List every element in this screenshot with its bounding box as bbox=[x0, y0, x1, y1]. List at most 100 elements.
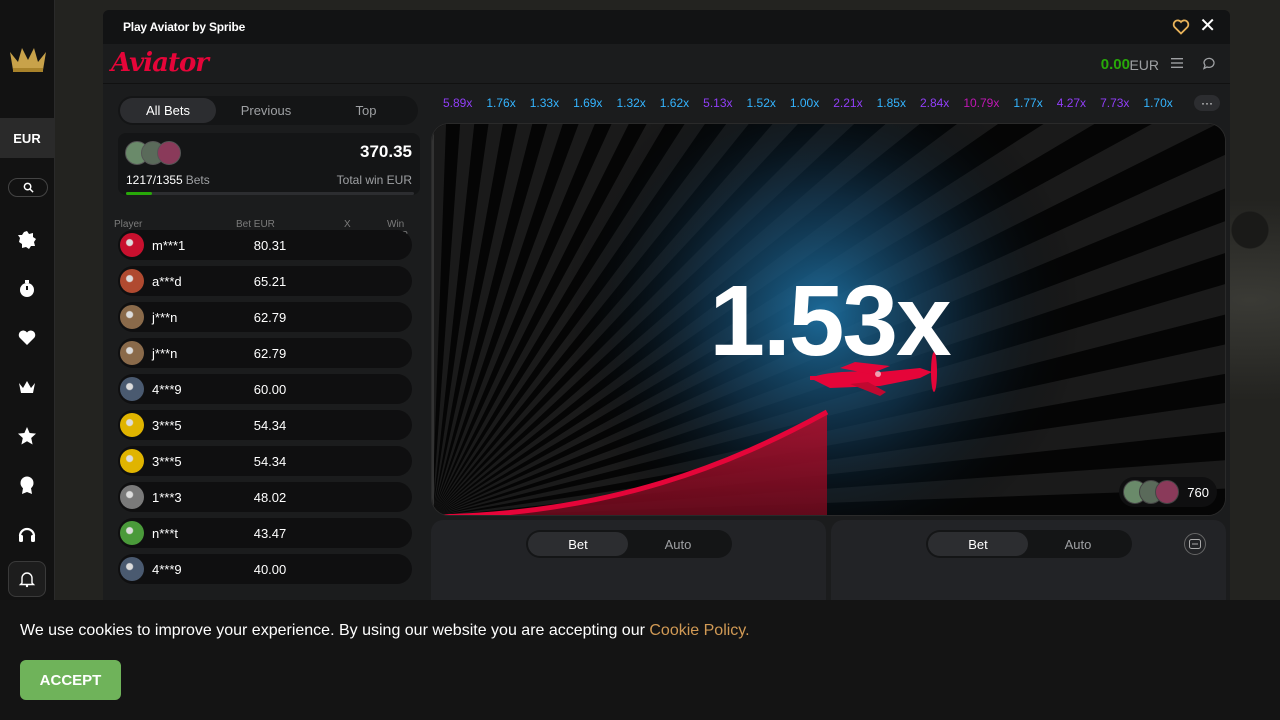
table-row: 3***5 54.34 bbox=[118, 410, 412, 440]
history-multiplier: 2.84x bbox=[919, 96, 950, 110]
table-row: n***t 43.47 bbox=[118, 518, 412, 548]
history-multiplier: 1.76x bbox=[486, 96, 516, 110]
tab-auto[interactable]: Auto bbox=[628, 532, 728, 556]
star-icon[interactable] bbox=[16, 425, 38, 447]
cookie-banner: We use cookies to improve your experienc… bbox=[0, 600, 1280, 720]
game-header: Aviator 0.00 EUR bbox=[103, 44, 1230, 84]
avatar bbox=[120, 341, 144, 365]
tab-all-bets[interactable]: All Bets bbox=[120, 98, 216, 123]
tab-top[interactable]: Top bbox=[318, 98, 414, 123]
bets-tabs: All Bets Previous Top bbox=[118, 96, 418, 125]
player-name: 4***9 bbox=[152, 382, 182, 397]
bet-amount: 54.34 bbox=[253, 418, 287, 433]
history-more-button[interactable]: ··· bbox=[1194, 95, 1220, 111]
current-multiplier: 1.53x bbox=[709, 265, 951, 377]
bets-panel: All Bets Previous Top 1217/1355 Bets 370.… bbox=[106, 85, 427, 630]
bets-count: 1217/1355 Bets bbox=[126, 173, 210, 187]
avatar bbox=[120, 485, 144, 509]
bet-amount: 62.79 bbox=[253, 346, 287, 361]
player-name: 3***5 bbox=[152, 454, 182, 469]
award-icon[interactable] bbox=[16, 474, 38, 496]
history-multiplier: 1.77x bbox=[1013, 96, 1043, 110]
accept-cookies-button[interactable]: ACCEPT bbox=[20, 660, 121, 700]
online-players: 760 bbox=[1119, 477, 1217, 507]
remove-panel-button[interactable] bbox=[1184, 533, 1206, 555]
history-multiplier: 1.00x bbox=[789, 96, 820, 110]
menu-icon[interactable] bbox=[1170, 57, 1184, 69]
player-name: j***n bbox=[152, 310, 178, 325]
avatar bbox=[120, 521, 144, 545]
bet-amount: 54.34 bbox=[253, 454, 287, 469]
headset-icon[interactable] bbox=[16, 523, 38, 545]
minus-box-icon bbox=[1189, 539, 1201, 549]
favorite-heart-icon[interactable] bbox=[1172, 18, 1190, 36]
stopwatch-icon[interactable] bbox=[16, 278, 38, 300]
notifications-button[interactable] bbox=[8, 561, 46, 597]
player-name: 4***9 bbox=[152, 562, 182, 577]
bell-icon bbox=[18, 572, 36, 588]
table-row: 1***3 48.02 bbox=[118, 482, 412, 512]
search-button[interactable] bbox=[8, 178, 48, 197]
bet-amount: 40.00 bbox=[253, 562, 287, 577]
tab-bet[interactable]: Bet bbox=[528, 532, 628, 556]
multiplier-history: 5.89x 1.76x 1.33x 1.69x 1.32x 1.62x 5.13x 1.52x… bbox=[443, 94, 1188, 112]
history-multiplier: 10.79x bbox=[963, 96, 1000, 110]
history-multiplier: 1.33x bbox=[529, 96, 560, 110]
player-name: j***n bbox=[152, 346, 178, 361]
table-row: 4***9 40.00 bbox=[118, 554, 412, 584]
bets-count-label: Bets bbox=[185, 173, 210, 187]
bet-amount: 60.00 bbox=[253, 382, 287, 397]
aviator-logo: Aviator bbox=[111, 48, 209, 78]
balance-amount: 0.00 bbox=[1100, 56, 1130, 73]
window-titlebar: Play Aviator by Spribe ✕ bbox=[103, 10, 1230, 44]
player-name: 1***3 bbox=[152, 490, 182, 505]
bets-count-value: 1217/1355 bbox=[126, 173, 183, 187]
bet-amount: 80.31 bbox=[253, 238, 287, 253]
avatar bbox=[120, 233, 144, 257]
avatar bbox=[157, 141, 181, 165]
crown-logo-icon[interactable] bbox=[8, 42, 48, 74]
chat-icon[interactable] bbox=[1202, 56, 1216, 70]
summary-avatars bbox=[125, 141, 185, 165]
bet-mode-switch: Bet Auto bbox=[926, 530, 1132, 558]
table-row: m***1 80.31 bbox=[118, 230, 412, 260]
close-icon[interactable]: ✕ bbox=[1199, 16, 1216, 36]
avatar bbox=[120, 449, 144, 473]
table-row: a***d 65.21 bbox=[118, 266, 412, 296]
table-row: j***n 62.79 bbox=[118, 338, 412, 368]
avatar bbox=[120, 269, 144, 293]
crown-icon[interactable] bbox=[16, 376, 38, 398]
currency-selector[interactable]: EUR bbox=[0, 118, 54, 158]
history-multiplier: 1.85x bbox=[876, 96, 906, 110]
history-multiplier: 5.89x bbox=[443, 96, 473, 110]
bets-progress-bar bbox=[126, 192, 414, 195]
history-multiplier: 2.21x bbox=[833, 96, 863, 110]
players-avatars bbox=[1123, 480, 1183, 504]
total-win-value: 370.35 bbox=[360, 142, 412, 161]
bet-amount: 65.21 bbox=[253, 274, 287, 289]
tab-bet[interactable]: Bet bbox=[928, 532, 1028, 556]
cookie-message: We use cookies to improve your experienc… bbox=[20, 622, 750, 640]
player-name: n***t bbox=[152, 526, 179, 541]
bet-mode-switch: Bet Auto bbox=[526, 530, 732, 558]
cookie-text: We use cookies to improve your experienc… bbox=[20, 622, 645, 639]
window-title: Play Aviator by Spribe bbox=[123, 20, 246, 34]
history-multiplier: 1.32x bbox=[616, 96, 646, 110]
history-multiplier: 1.62x bbox=[659, 96, 690, 110]
total-win-label: Total win EUR bbox=[336, 173, 412, 187]
player-name: a***d bbox=[152, 274, 182, 289]
tab-auto[interactable]: Auto bbox=[1028, 532, 1128, 556]
table-row: j***n 62.79 bbox=[118, 302, 412, 332]
cookie-policy-link[interactable]: Cookie Policy. bbox=[649, 622, 749, 639]
table-row: 3***5 54.34 bbox=[118, 446, 412, 476]
history-multiplier: 5.13x bbox=[703, 96, 733, 110]
col-player: Player bbox=[114, 219, 143, 230]
game-window: Play Aviator by Spribe ✕ Aviator 0.00 EU… bbox=[103, 10, 1230, 630]
tab-previous[interactable]: Previous bbox=[218, 98, 314, 123]
heart-icon[interactable] bbox=[16, 327, 38, 349]
bet-amount: 43.47 bbox=[253, 526, 287, 541]
new-badge-icon[interactable] bbox=[16, 229, 38, 251]
game-stage: 1.53x 760 bbox=[431, 123, 1226, 516]
player-name: 3***5 bbox=[152, 418, 182, 433]
avatar bbox=[120, 557, 144, 581]
